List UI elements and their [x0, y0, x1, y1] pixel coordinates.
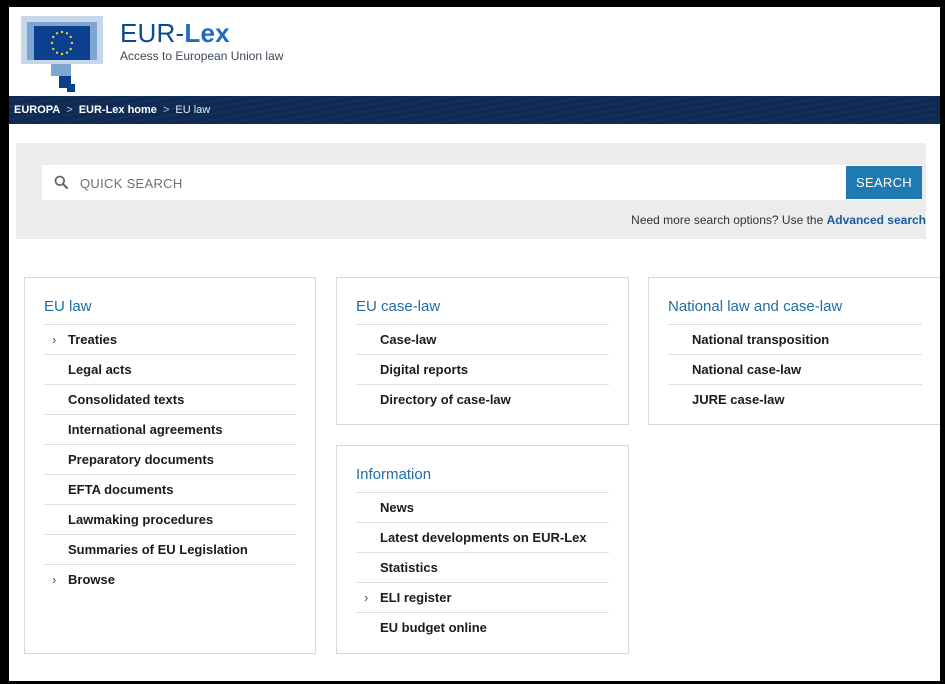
list-item-label: EFTA documents	[68, 482, 174, 497]
card-title-information[interactable]: Information	[356, 466, 431, 483]
list-item-label: Browse	[68, 572, 115, 587]
page-frame: EUR-Lex Access to European Union law EUR…	[9, 7, 940, 681]
breadcrumb: EUROPA > EUR-Lex home > EU law	[9, 96, 940, 124]
list-item-preparatory-documents[interactable]: Preparatory documents	[44, 444, 296, 474]
list-item-statistics[interactable]: Statistics	[356, 552, 609, 582]
breadcrumb-europa[interactable]: EUROPA	[14, 104, 60, 116]
brand-name-prefix: EUR-	[120, 18, 185, 48]
list-item-efta-documents[interactable]: EFTA documents	[44, 474, 296, 504]
list-item-lawmaking-procedures[interactable]: Lawmaking procedures	[44, 504, 296, 534]
brand-name-bold: Lex	[184, 18, 230, 48]
eur-lex-logo[interactable]	[21, 16, 103, 98]
list-item-label: Directory of case-law	[380, 392, 511, 407]
information-list: News Latest developments on EUR-Lex Stat…	[356, 492, 609, 642]
list-item-label: Latest developments on EUR-Lex	[380, 530, 587, 545]
list-item-browse[interactable]: › Browse	[44, 564, 296, 594]
chevron-right-icon: ›	[364, 590, 369, 605]
list-item-summaries[interactable]: Summaries of EU Legislation	[44, 534, 296, 564]
card-eu-case-law: EU case-law Case-law Digital reports Dir…	[336, 277, 629, 425]
search-panel: SEARCH Need more search options? Use the…	[16, 143, 926, 239]
list-item-label: Lawmaking procedures	[68, 512, 214, 527]
chevron-right-icon: ›	[52, 572, 57, 587]
list-item-latest-developments[interactable]: Latest developments on EUR-Lex	[356, 522, 609, 552]
list-item-treaties[interactable]: › Treaties	[44, 324, 296, 354]
list-item-label: Treaties	[68, 332, 118, 347]
search-icon	[54, 175, 68, 189]
search-button[interactable]: SEARCH	[846, 166, 922, 199]
list-item-eu-budget-online[interactable]: EU budget online	[356, 612, 609, 642]
list-item-label: National transposition	[692, 332, 830, 347]
list-item-eli-register[interactable]: › ELI register	[356, 582, 609, 612]
brand-name: EUR-Lex	[120, 19, 283, 47]
search-hint: Need more search options? Use the Advanc…	[631, 213, 926, 227]
list-item-label: Statistics	[380, 560, 438, 575]
list-item-label: Case-law	[380, 332, 437, 347]
list-item-label: National case-law	[692, 362, 802, 377]
list-item-label: Summaries of EU Legislation	[68, 542, 248, 557]
logo-tail-3	[67, 84, 75, 92]
chevron-right-icon: ›	[52, 332, 57, 347]
eu-stars-icon	[50, 30, 74, 56]
list-item-label: Preparatory documents	[68, 452, 214, 467]
breadcrumb-separator: >	[66, 104, 73, 116]
national-law-list: National transposition National case-law…	[668, 324, 922, 414]
list-item-label: EU budget online	[380, 620, 487, 635]
list-item-national-case-law[interactable]: National case-law	[668, 354, 922, 384]
list-item-label: International agreements	[68, 422, 223, 437]
breadcrumb-eur-lex-home[interactable]: EUR-Lex home	[79, 104, 157, 116]
quick-search-input[interactable]	[78, 165, 842, 202]
list-item-national-transposition[interactable]: National transposition	[668, 324, 922, 354]
brand[interactable]: EUR-Lex Access to European Union law	[120, 19, 283, 63]
list-item-label: ELI register	[380, 590, 452, 605]
search-box: SEARCH	[42, 165, 922, 202]
card-national-law: National law and case-law National trans…	[648, 277, 940, 425]
list-item-label: Legal acts	[68, 362, 132, 377]
card-title-eu-case-law[interactable]: EU case-law	[356, 298, 440, 315]
advanced-search-link[interactable]: Advanced search	[827, 213, 926, 227]
list-item-jure-case-law[interactable]: JURE case-law	[668, 384, 922, 414]
logo-tail-1	[51, 64, 71, 76]
list-item-label: Consolidated texts	[68, 392, 185, 407]
card-eu-law: EU law › Treaties Legal acts Consolidated…	[24, 277, 316, 654]
brand-tagline: Access to European Union law	[120, 49, 284, 63]
list-item-legal-acts[interactable]: Legal acts	[44, 354, 296, 384]
list-item-international-agreements[interactable]: International agreements	[44, 414, 296, 444]
breadcrumb-separator: >	[162, 104, 170, 116]
list-item-directory-of-case-law[interactable]: Directory of case-law	[356, 384, 609, 414]
list-item-label: Digital reports	[380, 362, 469, 377]
card-title-eu-law[interactable]: EU law	[44, 298, 92, 315]
list-item-case-law[interactable]: Case-law	[356, 324, 609, 354]
eu-case-law-list: Case-law Digital reports Directory of ca…	[356, 324, 609, 414]
list-item-news[interactable]: News	[356, 492, 609, 522]
list-item-consolidated-texts[interactable]: Consolidated texts	[44, 384, 296, 414]
site-header: EUR-Lex Access to European Union law	[9, 7, 940, 96]
list-item-label: News	[380, 500, 414, 515]
card-title-national-law[interactable]: National law and case-law	[668, 298, 842, 315]
list-item-digital-reports[interactable]: Digital reports	[356, 354, 609, 384]
search-hint-text: Need more search options? Use the	[631, 213, 827, 227]
breadcrumb-current: EU law	[175, 104, 211, 116]
card-information: Information News Latest developments on …	[336, 445, 629, 654]
eu-law-list: › Treaties Legal acts Consolidated texts …	[44, 324, 296, 594]
list-item-label: JURE case-law	[692, 392, 785, 407]
